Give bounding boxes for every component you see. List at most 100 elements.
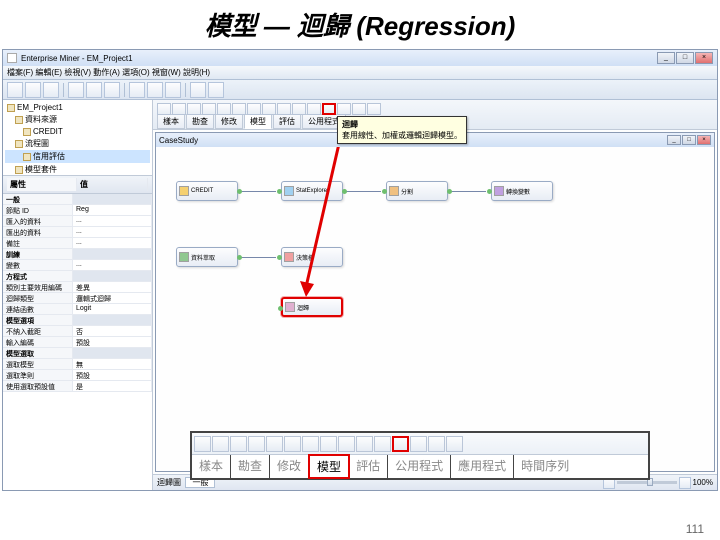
cat-tab-explore[interactable]: 勘查 xyxy=(231,455,270,478)
toolbar-run-icon[interactable] xyxy=(147,82,163,98)
node-credit[interactable]: CREDIT xyxy=(176,181,238,201)
tab-sample[interactable]: 樣本 xyxy=(157,114,185,129)
diagram-maximize[interactable]: □ xyxy=(682,135,696,145)
palette-node-icon[interactable] xyxy=(217,103,231,115)
cat-icon[interactable] xyxy=(212,436,229,452)
cat-regression-icon[interactable] xyxy=(392,436,409,452)
close-button[interactable]: × xyxy=(695,52,713,64)
node-partition[interactable]: 分割 xyxy=(386,181,448,201)
cat-tab-modify[interactable]: 修改 xyxy=(270,455,309,478)
port-icon[interactable] xyxy=(447,189,452,194)
cat-icon[interactable] xyxy=(338,436,355,452)
toolbar-new-icon[interactable] xyxy=(7,82,23,98)
cat-icon[interactable] xyxy=(248,436,265,452)
toolbar-help-icon[interactable] xyxy=(208,82,224,98)
tree-credit-eval[interactable]: 信用評估 xyxy=(5,150,150,163)
props-row[interactable]: 模型選取 xyxy=(3,348,152,359)
props-row[interactable]: 選取模型無 xyxy=(3,359,152,370)
menu-bar[interactable]: 檔案(F) 編輯(E) 檢視(V) 動作(A) 選項(O) 視窗(W) 說明(H… xyxy=(3,66,717,80)
tree-diagrams[interactable]: 流程圖 xyxy=(5,137,150,150)
maximize-button[interactable]: □ xyxy=(676,52,694,64)
props-row[interactable]: 輸入編碼預設 xyxy=(3,337,152,348)
cat-icon[interactable] xyxy=(284,436,301,452)
toolbar-save-icon[interactable] xyxy=(43,82,59,98)
diagram-minimize[interactable]: _ xyxy=(667,135,681,145)
project-tree[interactable]: EM_Project1 資料來源 CREDIT 流程圖 信用評估 模型套件 xyxy=(3,100,152,176)
props-row[interactable]: 連結函數Logit xyxy=(3,304,152,315)
diagram-close[interactable]: × xyxy=(697,135,711,145)
palette-node-icon[interactable] xyxy=(232,103,246,115)
cat-icon[interactable] xyxy=(428,436,445,452)
cat-icon[interactable] xyxy=(302,436,319,452)
props-row[interactable]: 備註... xyxy=(3,238,152,249)
node-extract[interactable]: 資料萃取 xyxy=(176,247,238,267)
props-row[interactable]: 模型選項 xyxy=(3,315,152,326)
toolbar-cut-icon[interactable] xyxy=(68,82,84,98)
minimize-button[interactable]: _ xyxy=(657,52,675,64)
palette-node-icon[interactable] xyxy=(337,103,351,115)
props-row[interactable]: 迴歸類型邏輯式迴歸 xyxy=(3,293,152,304)
palette-node-icon[interactable] xyxy=(157,103,171,115)
palette-node-icon[interactable] xyxy=(307,103,321,115)
node-transform[interactable]: 轉換變數 xyxy=(491,181,553,201)
cat-tab-timeseries[interactable]: 時間序列 xyxy=(514,455,576,478)
tree-root[interactable]: EM_Project1 xyxy=(5,102,150,113)
zoom-slider[interactable] xyxy=(617,481,677,484)
port-icon[interactable] xyxy=(237,255,242,260)
cat-tab-apps[interactable]: 應用程式 xyxy=(451,455,514,478)
cat-icon[interactable] xyxy=(356,436,373,452)
palette-node-icon[interactable] xyxy=(352,103,366,115)
tab-model[interactable]: 模型 xyxy=(244,114,272,129)
palette-node-icon[interactable] xyxy=(172,103,186,115)
toolbar-results-icon[interactable] xyxy=(190,82,206,98)
palette-regression-icon[interactable] xyxy=(322,103,336,115)
props-row[interactable]: 不納入截距否 xyxy=(3,326,152,337)
toolbar-stop-icon[interactable] xyxy=(165,82,181,98)
tab-modify[interactable]: 修改 xyxy=(215,114,243,129)
diagram-canvas[interactable]: CREDIT StatExplore 分割 xyxy=(156,147,714,471)
cat-icon[interactable] xyxy=(320,436,337,452)
props-row[interactable]: 匯出的資料... xyxy=(3,227,152,238)
palette-node-icon[interactable] xyxy=(277,103,291,115)
props-row[interactable]: 使用選取預設值是 xyxy=(3,381,152,392)
props-row[interactable]: 選取準則預設 xyxy=(3,370,152,381)
cat-icon[interactable] xyxy=(410,436,427,452)
props-row[interactable]: 一般 xyxy=(3,194,152,205)
cat-icon[interactable] xyxy=(374,436,391,452)
palette-node-icon[interactable] xyxy=(292,103,306,115)
cat-icon[interactable] xyxy=(446,436,463,452)
cat-tab-utility[interactable]: 公用程式 xyxy=(388,455,451,478)
palette-node-icon[interactable] xyxy=(247,103,261,115)
palette-node-icon[interactable] xyxy=(262,103,276,115)
port-icon[interactable] xyxy=(277,255,282,260)
tab-assess[interactable]: 評估 xyxy=(273,114,301,129)
zoom-in-icon[interactable] xyxy=(679,477,691,489)
palette-node-icon[interactable] xyxy=(367,103,381,115)
props-row[interactable]: 匯入的資料... xyxy=(3,216,152,227)
port-icon[interactable] xyxy=(277,189,282,194)
palette-node-icon[interactable] xyxy=(187,103,201,115)
port-icon[interactable] xyxy=(278,306,283,311)
props-row[interactable]: 變數... xyxy=(3,260,152,271)
cat-tab-assess[interactable]: 評估 xyxy=(349,455,388,478)
cat-icon[interactable] xyxy=(194,436,211,452)
cat-icon[interactable] xyxy=(266,436,283,452)
props-row[interactable]: 訓練 xyxy=(3,249,152,260)
node-regression[interactable]: 迴歸 xyxy=(281,297,343,317)
props-row[interactable]: 類別主要效用編碼差異 xyxy=(3,282,152,293)
tree-credit[interactable]: CREDIT xyxy=(5,126,150,137)
cat-icon[interactable] xyxy=(230,436,247,452)
props-row[interactable]: 節點 IDReg xyxy=(3,205,152,216)
toolbar-paste-icon[interactable] xyxy=(104,82,120,98)
toolbar-open-icon[interactable] xyxy=(25,82,41,98)
tab-explore[interactable]: 勘查 xyxy=(186,114,214,129)
port-icon[interactable] xyxy=(237,189,242,194)
props-row[interactable]: 方程式 xyxy=(3,271,152,282)
palette-node-icon[interactable] xyxy=(202,103,216,115)
cat-tab-model[interactable]: 模型 xyxy=(308,454,350,479)
port-icon[interactable] xyxy=(382,189,387,194)
port-icon[interactable] xyxy=(487,189,492,194)
tree-datasources[interactable]: 資料來源 xyxy=(5,113,150,126)
toolbar-undo-icon[interactable] xyxy=(129,82,145,98)
tree-modelpkg[interactable]: 模型套件 xyxy=(5,163,150,176)
